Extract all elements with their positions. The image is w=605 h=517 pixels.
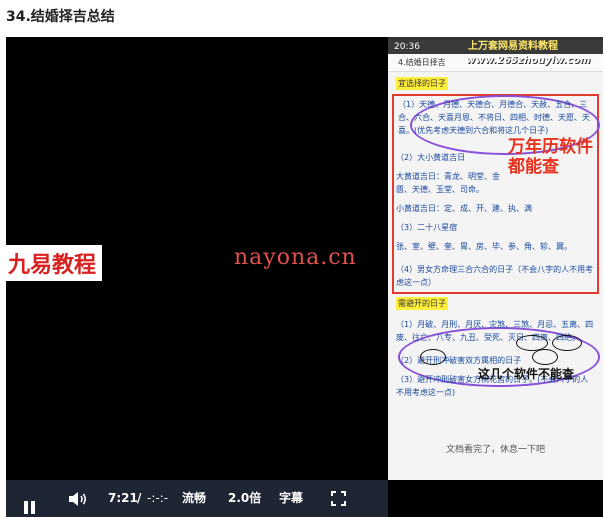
doc-end-notice: 文档看完了，休息一下吧: [445, 445, 545, 455]
player-control-bar: 7:21 / -:-:- 流畅 2.0倍 字幕: [6, 480, 603, 517]
phone-nav-bar: [388, 480, 603, 517]
doc-paragraph: （1）天德、月德、天德合、月德合、天赦、五合、三合、六合、天喜月恩、不将日、四相…: [398, 100, 590, 135]
quality-selector[interactable]: 流畅: [182, 480, 206, 517]
duration: -:-:-: [147, 491, 169, 505]
video-player[interactable]: 九易教程 nayona.cn 20:36 上万套网易资料教程 4.结婚日择吉 w…: [6, 37, 603, 517]
subtitle-button[interactable]: 字幕: [279, 480, 303, 517]
pause-button[interactable]: [24, 480, 40, 517]
section-heading: 需避开的日子: [396, 297, 448, 310]
status-site-name: 上万套网易资料教程: [468, 41, 558, 52]
status-time: 20:36: [394, 42, 420, 52]
section-heading: 宜选择的日子: [396, 77, 448, 90]
watermark-logo-text: 九易教程: [6, 245, 103, 281]
current-time: 7:21: [108, 491, 138, 505]
phone-screenshot: 20:36 上万套网易资料教程 4.结婚日择吉 www.265zhouyiw.c…: [388, 37, 603, 480]
fullscreen-icon: [331, 491, 346, 506]
time-separator: /: [137, 491, 142, 505]
doc-paragraph: 大黄道吉日：青龙、明堂、金匮、天德、玉堂、司命。: [396, 172, 500, 194]
phone-status-bar: 20:36 上万套网易资料教程: [388, 40, 603, 54]
black-annotation-text: 这几个软件不能查: [478, 367, 575, 381]
fullscreen-button[interactable]: [331, 480, 349, 517]
doc-paragraph: （3）二十八星宿: [396, 223, 458, 232]
red-annotation-text: 万年历软件都能查: [508, 137, 593, 177]
black-circle-annotation: [532, 349, 558, 365]
speed-selector[interactable]: 2.0倍: [228, 480, 261, 517]
volume-icon: [69, 492, 87, 506]
doc-paragraph: 小黄道吉日：定、成、开、建、执、满: [396, 204, 532, 213]
page-title: 34.结婚择吉总结: [6, 9, 115, 25]
watermark-url: nayona.cn: [234, 245, 357, 270]
doc-paragraph: 张、室、壁、奎、胃、房、毕、参、角、轸、翼。: [396, 242, 572, 251]
doc-title: 4.结婚日择吉: [398, 58, 446, 67]
pause-icon: [24, 501, 36, 514]
site-url: www.265zhouyiw.com: [466, 55, 591, 66]
doc-paragraph: （4）男女方命理三合六合的日子（不会八字的人不用考虑这一点）: [396, 265, 594, 287]
black-circle-annotation: [420, 349, 446, 365]
black-circle-annotation: [552, 335, 582, 351]
volume-button[interactable]: [68, 480, 90, 517]
